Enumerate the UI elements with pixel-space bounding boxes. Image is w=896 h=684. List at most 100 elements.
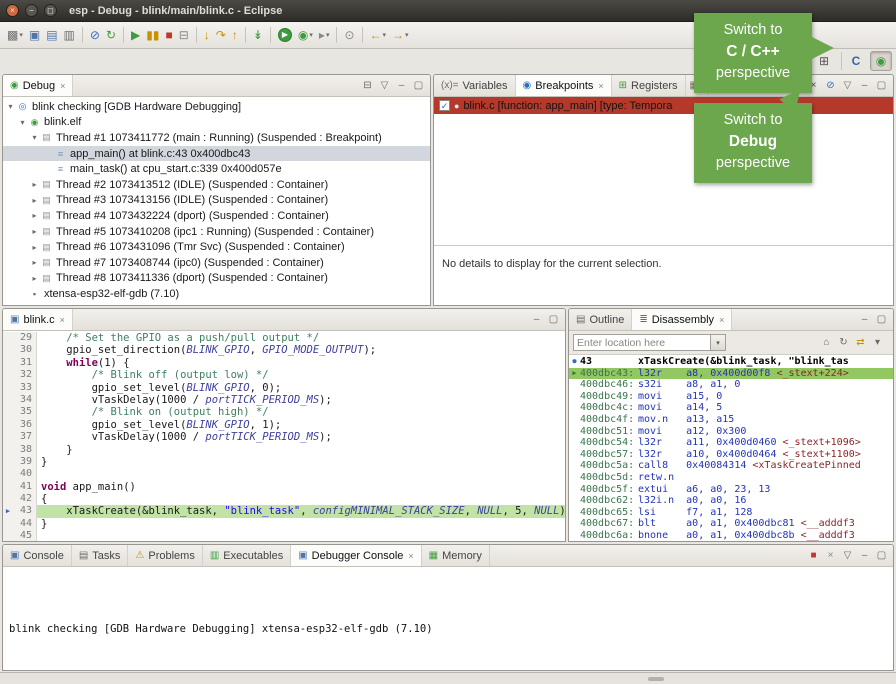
instruction-pointer-icon[interactable] [3,419,13,431]
view-tab[interactable]: ▥ Executables [203,545,291,566]
tab-close-icon[interactable]: × [408,551,413,561]
external-tools-icon[interactable]: ▸ ▾ [317,25,332,46]
instruction-pointer-icon[interactable] [3,481,13,493]
editor-line[interactable]: 39 } [3,456,565,468]
separator[interactable] [270,27,271,43]
view-tab[interactable]: ⚠ Problems [128,545,202,566]
breakpoint-enabled-checkbox[interactable]: ✓ [439,100,450,111]
home-icon[interactable]: ⌂ [818,338,835,348]
disassembly-row[interactable]: 400dbc4f: mov.n a13, a15 [569,414,893,426]
separator[interactable] [362,27,363,43]
disassembly-row[interactable]: 400dbc54: l32r a11, 0x400d0460 <_stext+1… [569,437,893,449]
disassembly-row[interactable]: 400dbc4c: movi a14, 5 [569,402,893,414]
instruction-pointer-icon[interactable] [3,493,13,505]
expander-icon[interactable]: ▾ [29,133,40,142]
editor-line[interactable]: 37 vTaskDelay(1000 / portTICK_PERIOD_MS)… [3,431,565,443]
terminate-icon[interactable]: ■ [163,25,174,46]
editor-line[interactable]: ▶ 43 xTaskCreate(&blink_task, "blink_tas… [3,505,565,517]
disconnect-icon[interactable]: ⊟ [177,25,191,46]
code-editor[interactable]: 29 /* Set the GPIO as a push/pull output… [3,331,565,542]
collapse-all-icon[interactable]: ⊟ [359,81,376,91]
editor-line[interactable]: 44 } [3,518,565,530]
sync-selection-icon[interactable]: ⇄ [852,338,869,348]
step-return-icon[interactable]: ↑ [230,25,240,46]
minimize-icon[interactable]: – [856,81,873,91]
code-line[interactable]: } [37,456,565,468]
instruction-pointer-icon[interactable] [3,431,13,443]
back-icon[interactable]: ← ▾ [368,25,389,46]
minimize-icon[interactable]: – [856,315,873,325]
horizontal-scrollbar[interactable] [648,677,664,681]
view-tab[interactable]: ▣ Console [3,545,72,566]
view-menu-icon[interactable]: ▽ [376,81,393,91]
instruction-pointer-icon[interactable] [3,468,13,480]
separator[interactable] [123,27,124,43]
code-line[interactable]: } [37,444,565,456]
remove-console-icon[interactable]: × [822,551,839,561]
code-line[interactable]: } [37,518,565,530]
disassembly-row[interactable]: 400dbc51: movi a12, 0x300 [569,426,893,438]
code-line[interactable]: gpio_set_level(BLINK_GPIO, 0); [37,382,565,394]
skip-all-breakpoints-icon[interactable]: ⊘ [822,81,839,91]
new-wizard-icon[interactable]: ▩ ▾ [5,25,25,46]
instruction-pointer-icon[interactable] [3,344,13,356]
editor-line[interactable]: 35 /* Blink on (output high) */ [3,406,565,418]
debug-tree-row[interactable]: ▸ ▤ Thread #4 1073432224 (dport) (Suspen… [3,208,430,224]
disassembly-row[interactable]: 400dbc57: l32r a10, 0x400d0464 <_stext+1… [569,449,893,461]
menu-icon[interactable]: ▾ [869,338,886,348]
debug-tree-row[interactable]: ▸ ▤ Thread #5 1073410208 (ipc1 : Running… [3,224,430,240]
view-tab[interactable]: (x)= Variables [434,75,516,96]
debug-perspective-button[interactable]: ◉ [870,51,892,71]
code-line[interactable]: xTaskCreate(&blink_task, "blink_task", c… [37,505,565,517]
disassembly-row[interactable]: 400dbc46: s32i a8, a1, 0 [569,379,893,391]
restart-icon[interactable]: ↻ [104,25,118,46]
expander-icon[interactable]: ▸ [29,227,40,236]
maximize-icon[interactable]: ▢ [873,315,890,325]
disassembly-row[interactable]: ● 43 xTaskCreate(&blink_task, "blink_tas [569,356,893,368]
instruction-pointer-icon[interactable] [3,530,13,542]
code-line[interactable]: void app_main() [37,481,565,493]
disassembly-listing[interactable]: ● 43 xTaskCreate(&blink_task, "blink_tas… [569,355,893,541]
disassembly-row[interactable]: 400dbc5a: call8 0x40084314 <xTaskCreateP… [569,460,893,472]
tab-close-icon[interactable]: × [598,81,603,91]
disassembly-row[interactable]: 400dbc5f: extui a6, a0, 23, 13 [569,484,893,496]
tab-close-icon[interactable]: × [60,81,65,91]
code-line[interactable]: vTaskDelay(1000 / portTICK_PERIOD_MS); [37,431,565,443]
tab-close-icon[interactable]: × [60,315,65,325]
terminate-icon[interactable]: ■ [805,551,822,561]
editor-line[interactable]: 32 /* Blink off (output low) */ [3,369,565,381]
forward-icon[interactable]: → ▾ [390,25,411,46]
view-tab[interactable]: ▣ Debugger Console × [291,545,421,566]
disassembly-row[interactable]: 400dbc49: movi a15, 0 [569,391,893,403]
refresh-icon[interactable]: ↻ [835,338,852,348]
instruction-pointer-icon[interactable] [3,444,13,456]
separator[interactable] [245,27,246,43]
editor-line[interactable]: 41 void app_main() [3,481,565,493]
view-tab[interactable]: ▤ Tasks [72,545,129,566]
skip-all-breakpoints-icon[interactable]: ⊘ [88,25,102,46]
instruction-pointer-icon[interactable]: ▶ [3,505,13,517]
instruction-pointer-icon[interactable] [3,357,13,369]
maximize-icon[interactable]: ▢ [410,81,427,91]
editor-line[interactable]: 38 } [3,444,565,456]
editor-line[interactable]: 34 vTaskDelay(1000 / portTICK_PERIOD_MS)… [3,394,565,406]
expander-icon[interactable]: ▾ [17,118,28,127]
instruction-stepping-icon[interactable]: ↡ [251,25,265,46]
run-icon[interactable]: ▶ [276,25,294,46]
view-tab[interactable]: ▤ Outline [569,309,632,330]
editor-line[interactable]: 36 gpio_set_level(BLINK_GPIO, 1); [3,419,565,431]
debug-tree-row[interactable]: ≡ app_main() at blink.c:43 0x400dbc43 [3,146,430,162]
expander-icon[interactable]: ▾ [5,102,16,111]
instruction-pointer-icon[interactable] [3,456,13,468]
debug-tree-row[interactable]: ▸ ▤ Thread #6 1073431096 (Tmr Svc) (Susp… [3,239,430,255]
code-line[interactable] [37,468,565,480]
tab-close-icon[interactable]: × [719,315,724,325]
code-line[interactable]: /* Set the GPIO as a push/pull output */ [37,332,565,344]
disassembly-row[interactable]: 400dbc65: lsi f7, a1, 128 [569,507,893,519]
editor-line[interactable]: 29 /* Set the GPIO as a push/pull output… [3,332,565,344]
minimize-icon[interactable]: – [856,551,873,561]
editor-line[interactable]: 30 gpio_set_direction(BLINK_GPIO, GPIO_M… [3,344,565,356]
separator[interactable] [336,27,337,43]
window-maximize-button[interactable]: ◻ [44,4,57,17]
maximize-icon[interactable]: ▢ [873,551,890,561]
